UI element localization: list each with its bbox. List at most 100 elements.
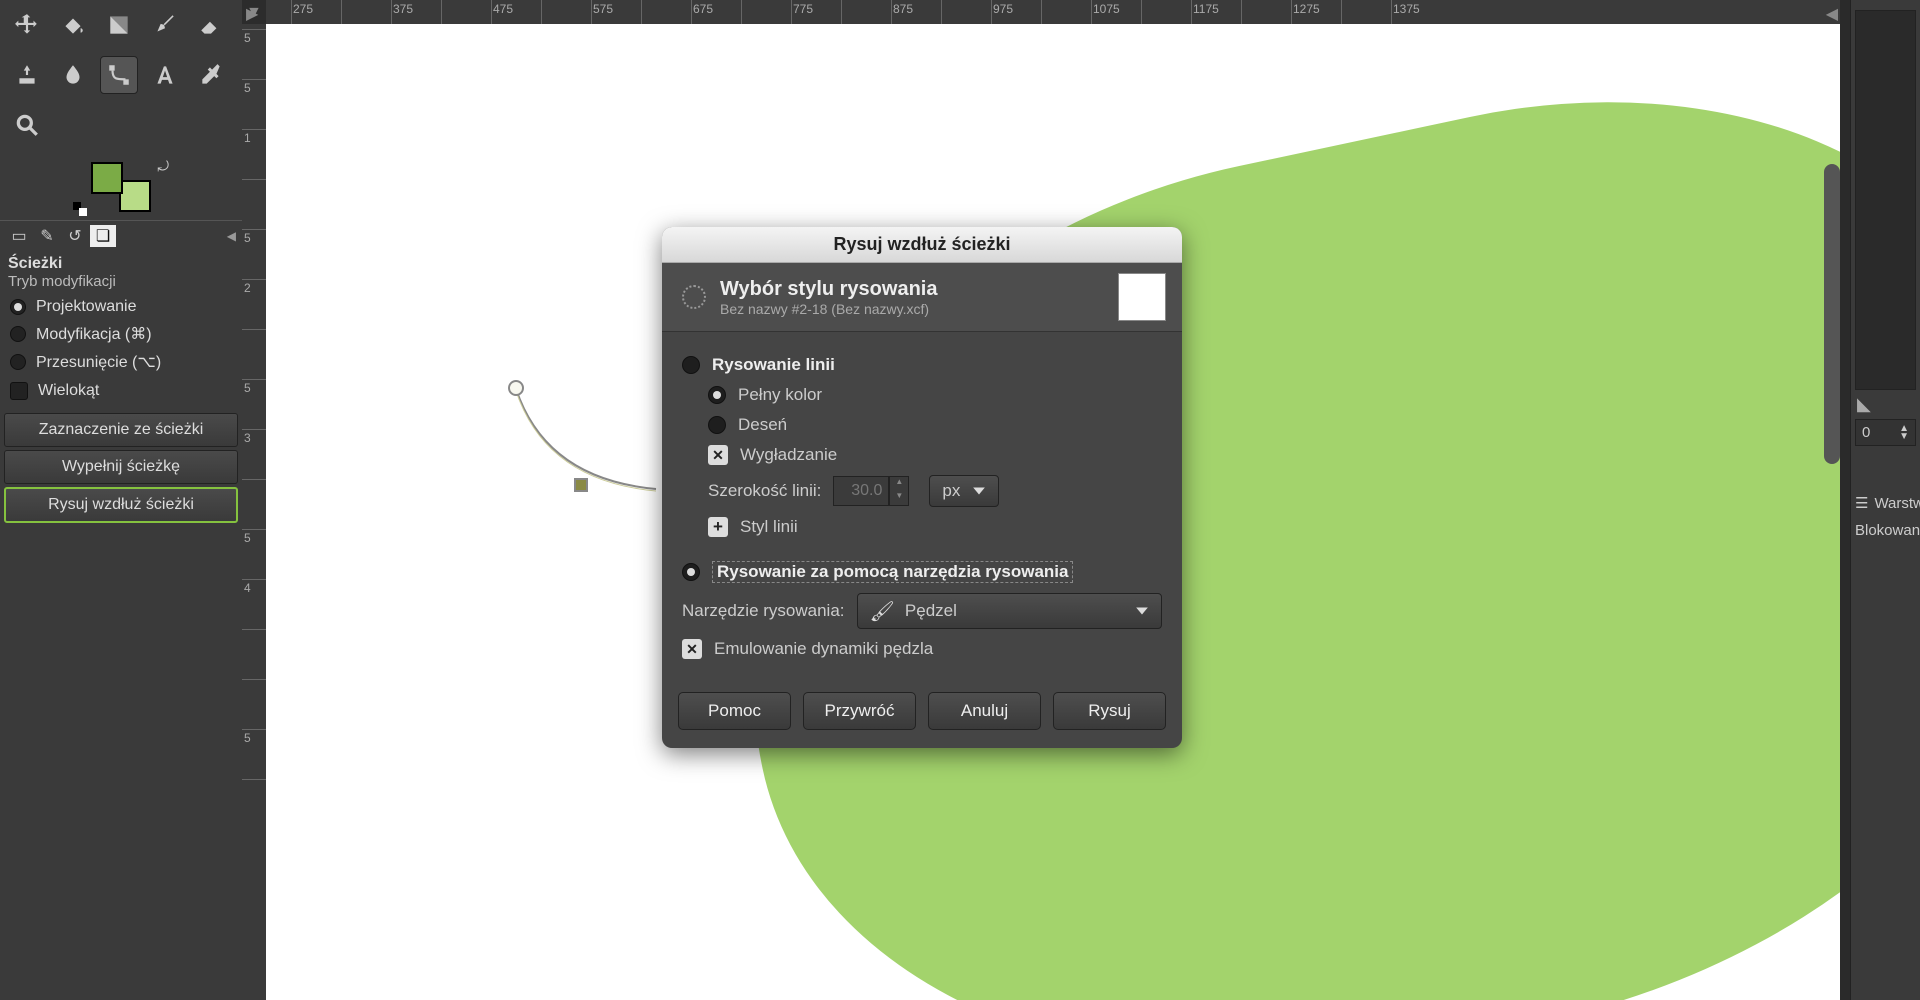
text-tool-icon[interactable] bbox=[146, 56, 184, 94]
color-swatches[interactable]: ⤾ bbox=[91, 162, 151, 212]
dialog-footer: Pomoc Przywróć Anuluj Rysuj bbox=[662, 674, 1182, 748]
checkbox-icon bbox=[682, 639, 702, 659]
stroke-path-dialog: Rysuj wzdłuż ścieżki Wybór stylu rysowan… bbox=[662, 227, 1182, 748]
stroke-path-button[interactable]: Rysuj wzdłuż ścieżki bbox=[4, 487, 238, 523]
layers-label: Warstw bbox=[1874, 495, 1920, 512]
fill-path-button[interactable]: Wypełnij ścieżkę bbox=[4, 450, 238, 484]
layers-icon: ☰ bbox=[1855, 494, 1868, 512]
locking-label: Blokowanie bbox=[1851, 516, 1920, 545]
option-antialias[interactable]: Wygładzanie bbox=[708, 440, 1162, 470]
right-value-field[interactable]: 0 ▲▼ bbox=[1855, 419, 1916, 446]
mode-move-label: Przesunięcie (⌥) bbox=[36, 352, 161, 372]
tab-device[interactable]: ✎ bbox=[34, 225, 60, 247]
eraser-tool-icon[interactable] bbox=[192, 6, 230, 44]
right-preview bbox=[1855, 10, 1916, 390]
path-node-end[interactable] bbox=[574, 478, 588, 492]
radio-icon bbox=[708, 386, 726, 404]
swap-colors-icon[interactable]: ⤾ bbox=[157, 158, 169, 175]
vertical-scrollbar[interactable] bbox=[1824, 164, 1840, 464]
ruler-top-icon[interactable]: ▼ bbox=[246, 4, 262, 22]
option-dynamics[interactable]: Emulowanie dynamiki pędzla bbox=[682, 634, 1162, 664]
brush-tool-icon[interactable] bbox=[146, 6, 184, 44]
paint-tool-row: Narzędzie rysowania: 🖌 Pędzel bbox=[682, 588, 1162, 634]
option-solid-color[interactable]: Pełny kolor bbox=[708, 380, 1162, 410]
dialog-header-icon bbox=[678, 281, 710, 313]
eyedropper-tool-icon[interactable] bbox=[192, 56, 230, 94]
tool-options-panel: Ścieżki Tryb modyfikacji Projektowanie M… bbox=[0, 251, 242, 410]
option-line-label: Rysowanie linii bbox=[712, 355, 835, 375]
draw-button[interactable]: Rysuj bbox=[1053, 692, 1166, 730]
options-tabs: ▭ ✎ ↺ ❏ ◀ bbox=[0, 220, 242, 251]
bucket-tool-icon[interactable] bbox=[54, 6, 92, 44]
reset-button[interactable]: Przywróć bbox=[803, 692, 916, 730]
dialog-header: Wybór stylu rysowania Bez nazwy #2-18 (B… bbox=[662, 263, 1182, 332]
polygon-label: Wielokąt bbox=[38, 382, 99, 400]
move-tool-icon[interactable] bbox=[8, 6, 46, 44]
paint-tool-value: Pędzel bbox=[905, 601, 957, 621]
spinner-arrows[interactable]: ▲▼ bbox=[889, 476, 909, 506]
right-panel-menu-icon[interactable]: ◣ bbox=[1857, 394, 1914, 415]
help-button[interactable]: Pomoc bbox=[678, 692, 791, 730]
radio-icon bbox=[10, 326, 26, 342]
layers-tab[interactable]: ☰ Warstw bbox=[1851, 490, 1920, 516]
polygon-check[interactable]: Wielokąt bbox=[8, 376, 234, 406]
line-width-label: Szerokość linii: bbox=[708, 481, 821, 501]
dialog-header-subtitle: Bez nazwy #2-18 (Bez nazwy.xcf) bbox=[720, 301, 937, 317]
stepper-icon[interactable]: ▲▼ bbox=[1899, 425, 1909, 441]
right-dock: ◣ 0 ▲▼ ☰ Warstw Blokowanie bbox=[1850, 0, 1920, 1000]
line-style-expander[interactable]: + Styl linii bbox=[708, 512, 1162, 542]
line-width-input[interactable] bbox=[833, 476, 889, 506]
line-width-spinner[interactable]: ▲▼ bbox=[833, 476, 909, 506]
expand-icon: + bbox=[708, 517, 728, 537]
dialog-preview-swatch bbox=[1118, 273, 1166, 321]
mode-modify[interactable]: Modyfikacja (⌘) bbox=[8, 320, 234, 348]
path-node-start[interactable] bbox=[508, 380, 524, 396]
unit-select[interactable]: px bbox=[929, 475, 999, 507]
line-width-row: Szerokość linii: ▲▼ px bbox=[708, 470, 1162, 512]
options-menu-icon[interactable]: ◀ bbox=[227, 229, 236, 243]
paint-tool-select[interactable]: 🖌 Pędzel bbox=[857, 593, 1162, 629]
checkbox-icon bbox=[708, 445, 728, 465]
tab-undo[interactable]: ↺ bbox=[62, 225, 88, 247]
option-pattern-label: Deseń bbox=[738, 415, 787, 435]
mode-move[interactable]: Przesunięcie (⌥) bbox=[8, 348, 234, 376]
option-line[interactable]: Rysowanie linii bbox=[682, 350, 1162, 380]
option-pattern[interactable]: Deseń bbox=[708, 410, 1162, 440]
smudge-tool-icon[interactable] bbox=[54, 56, 92, 94]
mode-modify-label: Modyfikacja (⌘) bbox=[36, 324, 152, 344]
radio-icon bbox=[10, 299, 26, 315]
vertical-ruler[interactable]: ▼ 5515253545 bbox=[242, 24, 266, 1000]
cancel-button[interactable]: Anuluj bbox=[928, 692, 1041, 730]
radio-icon bbox=[682, 563, 700, 581]
paint-tool-label: Narzędzie rysowania: bbox=[682, 601, 845, 621]
chevron-down-icon bbox=[1135, 604, 1149, 618]
paths-tool-icon[interactable] bbox=[100, 56, 138, 94]
selection-from-path-button[interactable]: Zaznaczenie ze ścieżki bbox=[4, 413, 238, 447]
tool-panel: ⤾ ▭ ✎ ↺ ❏ ◀ Ścieżki Tryb modyfikacji Pro… bbox=[0, 0, 242, 1000]
option-antialias-label: Wygładzanie bbox=[740, 445, 837, 465]
line-style-label: Styl linii bbox=[740, 517, 798, 537]
mode-design[interactable]: Projektowanie bbox=[8, 294, 234, 320]
unit-label: px bbox=[942, 481, 960, 501]
mode-design-label: Projektowanie bbox=[36, 298, 137, 316]
options-title: Ścieżki bbox=[8, 255, 234, 273]
tab-tool-options[interactable]: ▭ bbox=[6, 225, 32, 247]
option-paint-tool[interactable]: Rysowanie za pomocą narzędzia rysowania bbox=[682, 556, 1162, 588]
tab-images[interactable]: ❏ bbox=[90, 225, 116, 247]
ruler-end-icon[interactable]: ◀ bbox=[1826, 4, 1838, 24]
background-color[interactable] bbox=[119, 180, 151, 212]
option-solid-label: Pełny kolor bbox=[738, 385, 822, 405]
option-paint-tool-label: Rysowanie za pomocą narzędzia rysowania bbox=[712, 561, 1073, 583]
options-subtitle: Tryb modyfikacji bbox=[8, 273, 234, 290]
right-value: 0 bbox=[1862, 424, 1870, 441]
horizontal-ruler[interactable]: ▶ ◀ 275375475575675775875975107511751275… bbox=[266, 0, 1840, 24]
gradient-tool-icon[interactable] bbox=[100, 6, 138, 44]
chevron-down-icon bbox=[972, 484, 986, 498]
radio-icon bbox=[682, 356, 700, 374]
clone-tool-icon[interactable] bbox=[8, 56, 46, 94]
zoom-tool-icon[interactable] bbox=[8, 106, 46, 144]
default-colors-icon[interactable] bbox=[73, 202, 87, 216]
foreground-color[interactable] bbox=[91, 162, 123, 194]
dialog-titlebar[interactable]: Rysuj wzdłuż ścieżki bbox=[662, 227, 1182, 263]
checkbox-icon bbox=[10, 382, 28, 400]
